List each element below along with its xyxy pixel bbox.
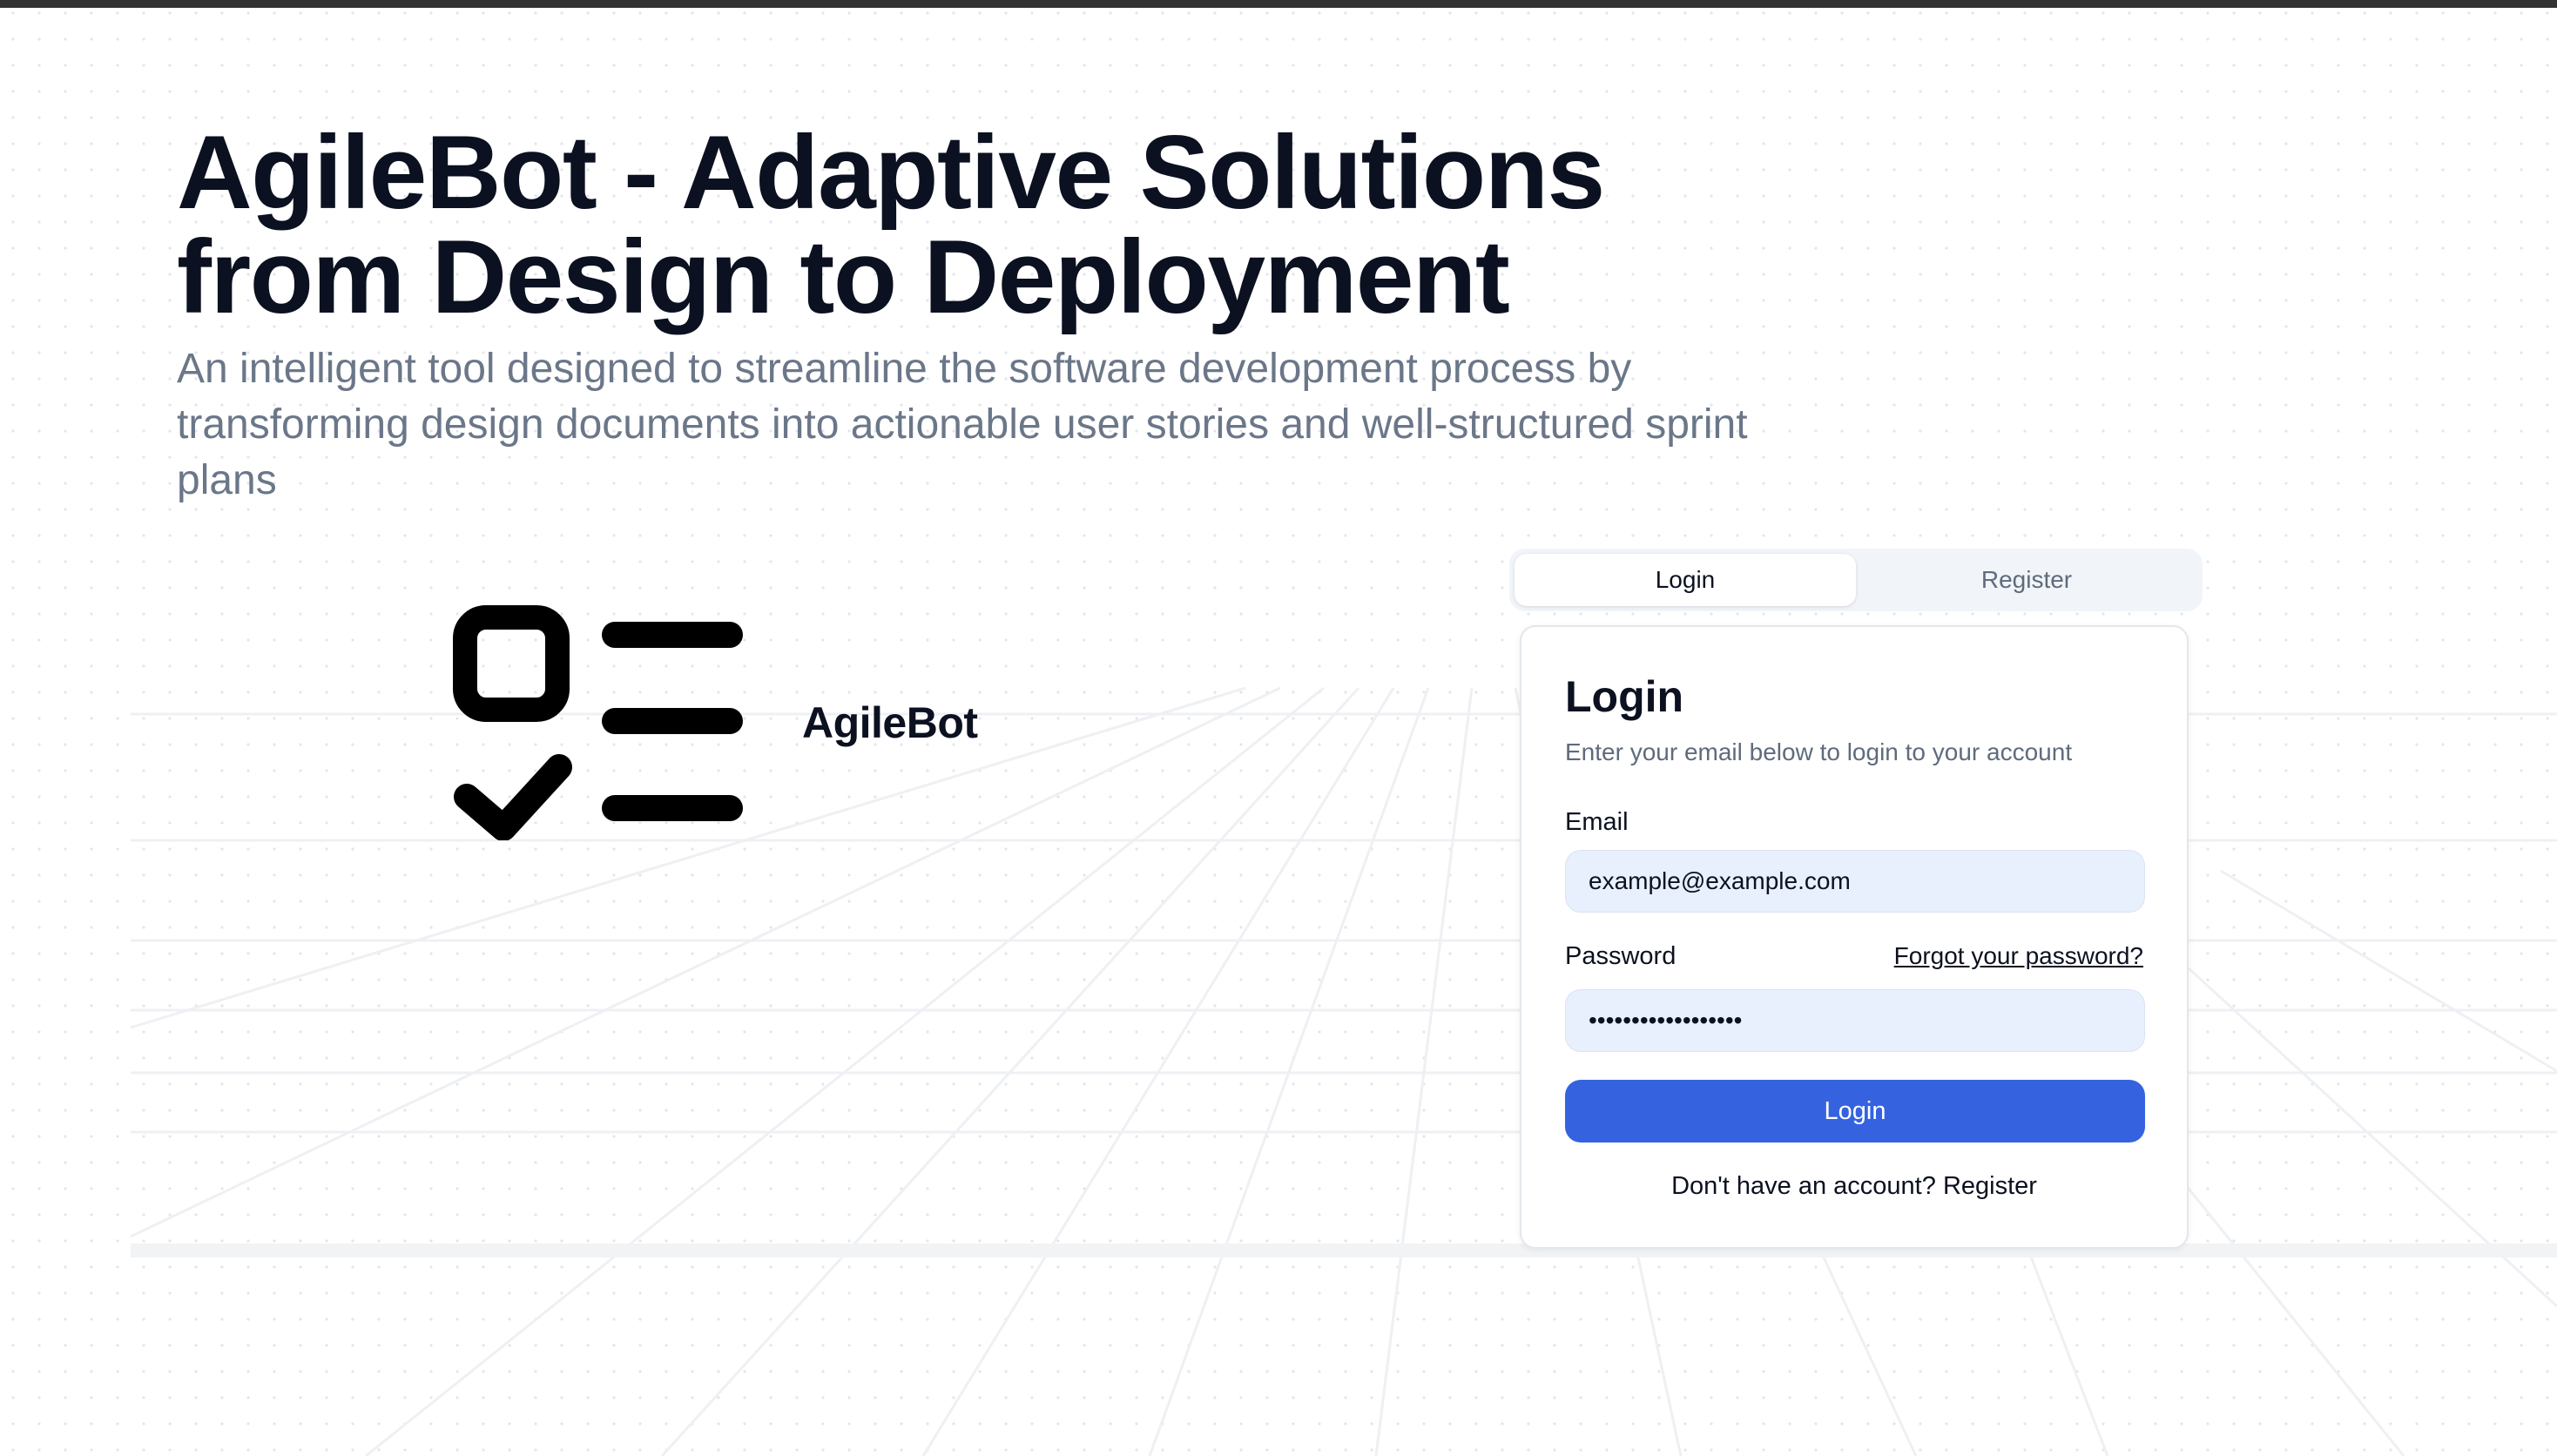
email-field[interactable]: [1565, 850, 2145, 913]
brand-name: AgileBot: [802, 698, 978, 747]
login-card-title: Login: [1565, 672, 1684, 721]
tab-register[interactable]: Register: [1856, 554, 2197, 606]
email-label: Email: [1565, 808, 1629, 836]
page-title-line-1: AgileBot - Adaptive Solutions: [177, 114, 1605, 231]
login-button[interactable]: Login: [1565, 1080, 2145, 1143]
page-title-line-2: from Design to Deployment: [177, 219, 1510, 335]
register-link[interactable]: Register: [1943, 1172, 2037, 1200]
page-subtitle: An intelligent tool designed to streamli…: [177, 346, 1748, 503]
register-prompt: Don't have an account? Register: [1521, 1172, 2187, 1201]
forgot-password-link[interactable]: Forgot your password?: [1894, 942, 2143, 970]
page-title: AgileBot - Adaptive Solutions from Desig…: [177, 120, 1919, 329]
tab-login[interactable]: Login: [1515, 554, 1856, 606]
hero-section: AgileBot - Adaptive Solutions from Desig…: [177, 120, 1919, 509]
brand: AgileBot: [453, 605, 978, 840]
login-card-subtitle: Enter your email below to login to your …: [1565, 738, 2073, 765]
password-label: Password: [1565, 942, 1677, 970]
checklist-icon: [453, 605, 743, 840]
register-prompt-text: Don't have an account?: [1671, 1172, 1936, 1200]
password-field[interactable]: [1565, 989, 2145, 1052]
login-card: Login Enter your email below to login to…: [1520, 625, 2189, 1249]
auth-tabs: Login Register: [1509, 549, 2203, 611]
